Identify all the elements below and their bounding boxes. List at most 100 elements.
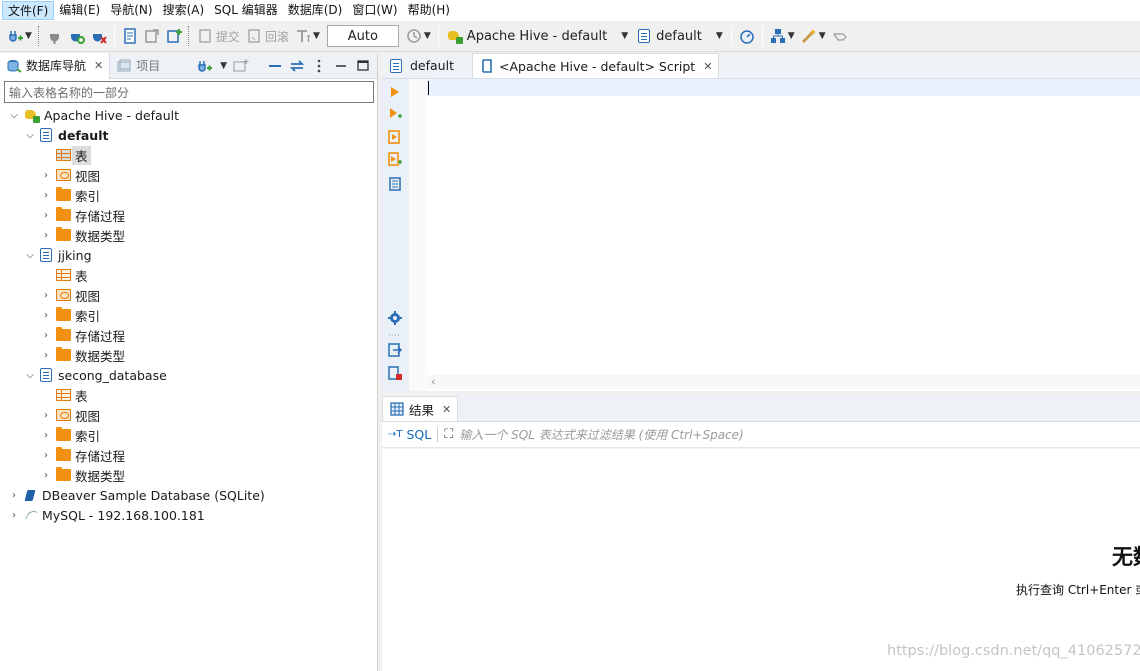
chevron-right-icon[interactable]: › [40, 330, 52, 341]
network-button[interactable]: ▼ [767, 25, 798, 47]
tools-button[interactable]: ▼ [798, 25, 829, 47]
sql-editor[interactable]: ‹ [382, 79, 1140, 391]
commit-button[interactable]: 提交 [194, 25, 243, 47]
chevron-right-icon[interactable]: › [8, 510, 20, 521]
chevron-down-icon[interactable]: ▼ [621, 31, 628, 41]
schema-selector[interactable]: default ▼ [632, 25, 727, 47]
chevron-right-icon[interactable]: › [40, 210, 52, 221]
commit-mode-button[interactable] [119, 25, 141, 47]
chevron-right-icon[interactable]: › [40, 190, 52, 201]
tree-node-procedures[interactable]: › 存储过程 [0, 445, 377, 465]
connect-button[interactable] [44, 25, 66, 47]
tab-default[interactable]: default [382, 53, 472, 78]
menu-navigate[interactable]: 导航(N) [105, 1, 157, 20]
link-editor-icon[interactable] [289, 58, 305, 74]
tree-node-indexes[interactable]: › 索引 [0, 425, 377, 445]
rollback-button[interactable]: 回滚 [243, 25, 292, 47]
chevron-right-icon[interactable]: › [40, 410, 52, 421]
minimize-icon[interactable] [333, 58, 349, 74]
tree-node-views[interactable]: › 视图 [0, 405, 377, 425]
tree-node-datatypes[interactable]: › 数据类型 [0, 225, 377, 245]
tree-node-database[interactable]: ⌵ secong_database [0, 365, 377, 385]
tree-node-procedures[interactable]: › 存储过程 [0, 205, 377, 225]
dashboard-button[interactable] [736, 25, 758, 47]
chevron-right-icon[interactable]: › [40, 170, 52, 181]
chevron-right-icon[interactable]: › [40, 350, 52, 361]
chevron-down-icon[interactable]: ⌵ [24, 250, 36, 261]
new-connection-button[interactable]: ▼ [4, 25, 35, 47]
chevron-down-icon[interactable]: ▼ [716, 31, 723, 41]
execute-statement-icon[interactable] [388, 85, 402, 99]
close-icon[interactable]: ✕ [703, 60, 712, 73]
menu-search[interactable]: 搜索(A) [158, 1, 210, 20]
tree-node-tables[interactable]: 表 [0, 385, 377, 405]
maximize-icon[interactable] [355, 58, 371, 74]
tree-node-tables[interactable]: 表 [0, 145, 377, 165]
menu-window[interactable]: 窗口(W) [347, 1, 402, 20]
chevron-right-icon[interactable]: › [40, 290, 52, 301]
more-vertical-icon[interactable] [311, 58, 327, 74]
chevron-down-icon[interactable]: ⌵ [8, 110, 20, 121]
execute-script-new-tab-icon[interactable] [388, 152, 402, 166]
transaction-mode-field[interactable]: Auto [326, 25, 399, 47]
tree-node-indexes[interactable]: › 索引 [0, 185, 377, 205]
tab-projects[interactable]: 项目 [110, 53, 166, 79]
tree-node-connection[interactable]: ⌵ Apache Hive - default [0, 105, 377, 125]
transaction-log-button[interactable] [163, 25, 185, 47]
chevron-down-icon[interactable]: ▼ [220, 61, 227, 71]
chevron-down-icon[interactable]: ⌵ [24, 130, 36, 141]
history-button[interactable]: ▼ [403, 25, 434, 47]
tree-node-connection[interactable]: › DBeaver Sample Database (SQLite) [0, 485, 377, 505]
tree-node-tables[interactable]: 表 [0, 265, 377, 285]
expand-icon[interactable]: ⛶ [444, 427, 453, 442]
disconnect-button[interactable] [88, 25, 110, 47]
sql-button[interactable]: ⇢T SQL [388, 427, 439, 442]
transaction-mode-button[interactable]: ▼ [292, 25, 323, 47]
chevron-left-icon[interactable]: ‹ [431, 375, 435, 388]
tree-node-datatypes[interactable]: › 数据类型 [0, 465, 377, 485]
horizontal-scrollbar[interactable]: ‹ [427, 375, 1140, 389]
chevron-down-icon[interactable]: ▼ [313, 31, 320, 41]
plug-plus-icon[interactable] [196, 58, 213, 74]
collapse-all-icon[interactable] [267, 58, 283, 74]
chevron-right-icon[interactable]: › [40, 230, 52, 241]
invalidate-button[interactable] [66, 25, 88, 47]
chevron-down-icon[interactable]: ▼ [25, 31, 32, 41]
datasource-selector[interactable]: Apache Hive - default ▼ [443, 25, 632, 47]
table-filter-input[interactable]: 输入表格名称的一部分 [4, 81, 374, 103]
export-icon[interactable] [388, 343, 402, 357]
settings-icon[interactable] [388, 311, 402, 325]
chevron-down-icon[interactable]: ⌵ [24, 370, 36, 381]
tree-node-database[interactable]: ⌵ default [0, 125, 377, 145]
menu-edit[interactable]: 编辑(E) [54, 1, 105, 20]
tree-node-connection[interactable]: › MySQL - 192.168.100.181 [0, 505, 377, 525]
chevron-right-icon[interactable]: › [40, 450, 52, 461]
chevron-down-icon[interactable]: ▼ [819, 31, 826, 41]
smart-commit-button[interactable] [141, 25, 163, 47]
new-folder-icon[interactable] [233, 58, 249, 74]
explain-plan-icon[interactable] [388, 177, 402, 191]
tree-node-views[interactable]: › 视图 [0, 285, 377, 305]
tab-results[interactable]: 结果 ✕ [382, 396, 459, 421]
close-icon[interactable]: ✕ [442, 403, 451, 416]
pointer-button[interactable] [829, 25, 851, 47]
tab-script[interactable]: <Apache Hive - default> Script ✕ [472, 53, 720, 78]
chevron-down-icon[interactable]: ▼ [424, 31, 431, 41]
menu-sql-editor[interactable]: SQL 编辑器 [209, 1, 283, 20]
tree-node-database[interactable]: ⌵ jjking [0, 245, 377, 265]
tree-node-datatypes[interactable]: › 数据类型 [0, 345, 377, 365]
menu-file[interactable]: 文件(F) [2, 1, 55, 20]
execute-script-icon[interactable] [388, 130, 402, 144]
chevron-right-icon[interactable]: › [40, 470, 52, 481]
tree-node-indexes[interactable]: › 索引 [0, 305, 377, 325]
tree-node-procedures[interactable]: › 存储过程 [0, 325, 377, 345]
tree-node-views[interactable]: › 视图 [0, 165, 377, 185]
chevron-down-icon[interactable]: ▼ [788, 31, 795, 41]
tab-database-navigator[interactable]: 数据库导航 ✕ [0, 52, 111, 79]
execute-new-tab-icon[interactable] [388, 107, 402, 121]
chevron-right-icon[interactable]: › [40, 430, 52, 441]
chevron-right-icon[interactable]: › [40, 310, 52, 321]
menu-help[interactable]: 帮助(H) [403, 1, 455, 20]
close-icon[interactable]: ✕ [94, 59, 103, 72]
problems-icon[interactable] [388, 366, 402, 380]
